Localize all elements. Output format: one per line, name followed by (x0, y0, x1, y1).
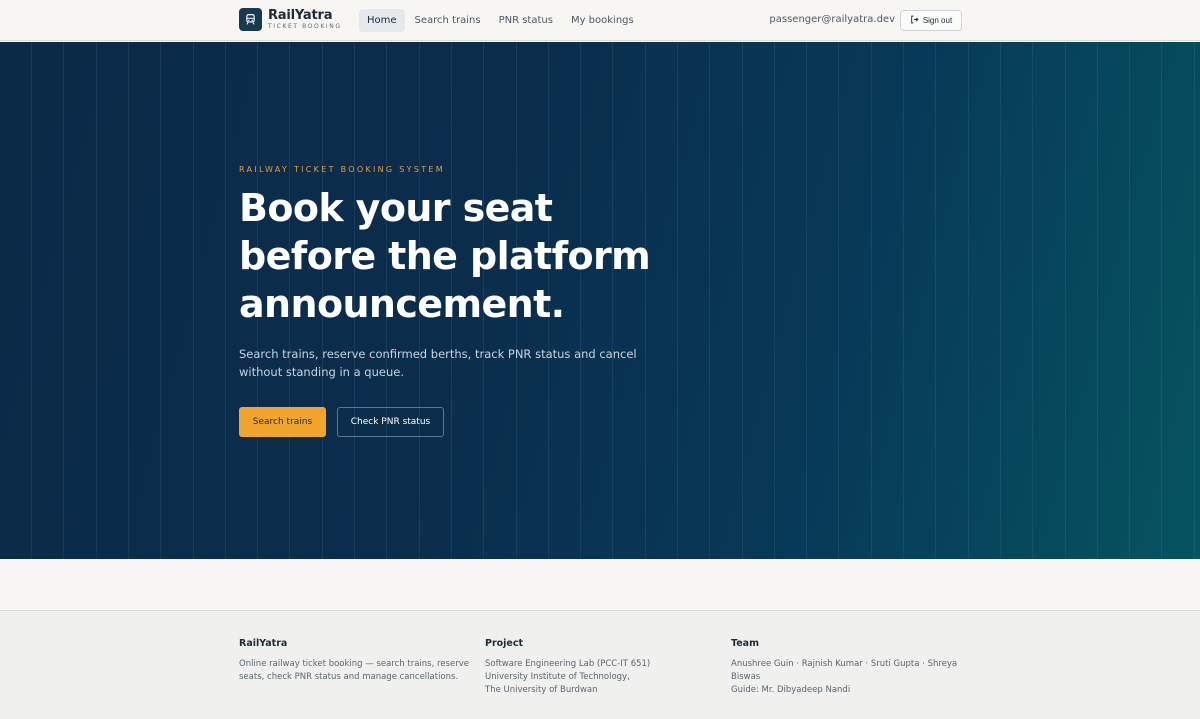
hero-background-line (968, 42, 969, 559)
hero-background-line (1000, 42, 1001, 559)
hero-background-line (774, 42, 775, 559)
footer-about-title: RailYatra (239, 638, 288, 649)
top-navbar: RailYatra TICKET BOOKING Home Search tra… (0, 0, 1200, 41)
hero-background-line (96, 42, 97, 559)
hero-eyebrow: RAILWAY TICKET BOOKING SYSTEM (239, 165, 445, 174)
hero-background-line (63, 42, 64, 559)
train-icon (239, 8, 262, 31)
hero-background-line (1161, 42, 1162, 559)
footer-team-title: Team (731, 638, 759, 649)
footer-team-members: Anushree Guin · Rajnish Kumar · Sruti Gu… (731, 659, 958, 682)
hero-background-line (1097, 42, 1098, 559)
hero-section: RAILWAY TICKET BOOKING SYSTEM Book your … (0, 42, 1200, 559)
brand-name: RailYatra (268, 8, 333, 23)
hero-background-line (128, 42, 129, 559)
hero-background-line (160, 42, 161, 559)
hero-background-line (871, 42, 872, 559)
hero-background-line (1032, 42, 1033, 559)
sign-out-label: Sign out (922, 16, 953, 25)
footer-project-line: Software Engineering Lab (PCC-IT 651) (485, 659, 651, 669)
hero-background-line (806, 42, 807, 559)
hero-background-line (709, 42, 710, 559)
brand-logo[interactable]: RailYatra TICKET BOOKING (239, 8, 342, 31)
sign-out-button[interactable]: Sign out (900, 10, 962, 31)
footer-project-line: The University of Burdwan (485, 685, 598, 695)
footer-about-text: Online railway ticket booking — search t… (239, 659, 469, 682)
hero-background-line (903, 42, 904, 559)
hero-background-line (838, 42, 839, 559)
nav-search-trains[interactable]: Search trains (407, 9, 489, 32)
hero-background-line (742, 42, 743, 559)
footer-project: Project Software Engineering Lab (PCC-IT… (485, 638, 715, 697)
hero-background-line (225, 42, 226, 559)
footer-team-guide: Guide: Mr. Dibyadeep Nandi (731, 685, 851, 695)
footer-project-line: University Institute of Technology, (485, 672, 630, 682)
user-email: passenger@railyatra.dev (769, 14, 895, 25)
nav-home[interactable]: Home (359, 9, 405, 32)
check-pnr-button[interactable]: Check PNR status (337, 407, 444, 437)
nav-pnr-status[interactable]: PNR status (491, 9, 561, 32)
content-spacer (0, 559, 1200, 610)
nav-my-bookings[interactable]: My bookings (563, 9, 642, 32)
hero-lead: Search trains, reserve confirmed berths,… (239, 347, 637, 379)
main-nav: Home Search trains PNR status My booking… (359, 9, 642, 32)
hero-background-line (193, 42, 194, 559)
footer-about: RailYatra Online railway ticket booking … (239, 638, 469, 684)
hero-headline: Book your seat before the platform annou… (239, 186, 651, 326)
hero-background-line (1065, 42, 1066, 559)
footer-team: Team Anushree Guin · Rajnish Kumar · Sru… (731, 638, 961, 697)
sign-out-icon (910, 15, 919, 26)
hero-background-line (1129, 42, 1130, 559)
site-footer: RailYatra Online railway ticket booking … (0, 610, 1200, 719)
footer-project-title: Project (485, 638, 524, 649)
hero-background-line (31, 42, 32, 559)
search-trains-button[interactable]: Search trains (239, 407, 326, 437)
brand-tagline: TICKET BOOKING (268, 23, 342, 30)
hero-background-line (1194, 42, 1195, 559)
hero-background-line (935, 42, 936, 559)
